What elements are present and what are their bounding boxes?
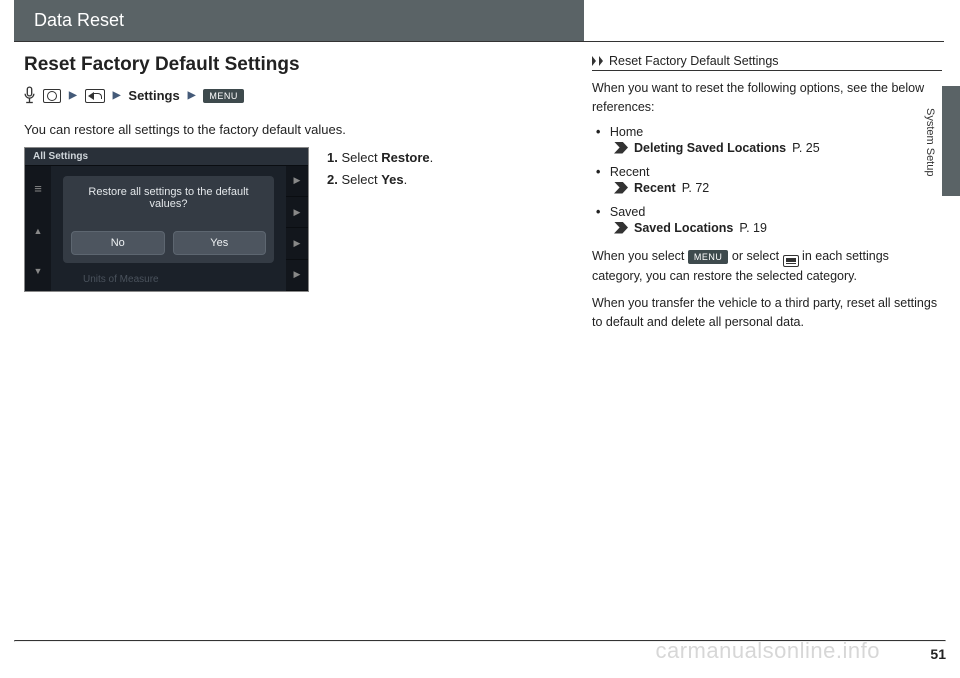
- mic-icon: [24, 86, 35, 106]
- link-text: Deleting Saved Locations: [634, 141, 786, 155]
- ss-header: All Settings: [25, 148, 308, 165]
- down-arrow-icon: ▼: [34, 266, 43, 276]
- right-arrow-icon: ▶: [286, 260, 308, 290]
- item-label: Saved: [610, 205, 645, 219]
- side-intro: When you want to reset the following opt…: [592, 79, 942, 117]
- section-title: Reset Factory Default Settings: [24, 54, 564, 76]
- content-area: Reset Factory Default Settings ▶ ▶ Setti…: [0, 42, 960, 339]
- p2-a: When you select: [592, 249, 688, 263]
- side-para-3: When you transfer the vehicle to a third…: [592, 294, 942, 332]
- side-header: Reset Factory Default Settings: [592, 54, 942, 71]
- link-chevron-icon: [614, 182, 628, 194]
- step-1: 1. Select Restore.: [327, 147, 433, 169]
- dialog-text: Restore all settings to the default valu…: [71, 186, 266, 210]
- step-text: .: [404, 172, 408, 187]
- ss-side-right: ▶ ▶ ▶ ▶: [286, 166, 308, 291]
- side-list: Home Deleting Saved Locations P. 25 Rece…: [596, 125, 942, 235]
- side-header-text: Reset Factory Default Settings: [609, 54, 779, 68]
- ss-side-left: ≡ ▲ ▼: [25, 166, 51, 291]
- link-text: Saved Locations: [634, 221, 733, 235]
- list-item: Home Deleting Saved Locations P. 25: [596, 125, 942, 155]
- screenshot-row: All Settings ≡ ▲ ▼ ▶ ▶ ▶ ▶ Restore all s…: [24, 147, 564, 292]
- link-text: Recent: [634, 181, 676, 195]
- step-bold: Yes: [381, 172, 403, 187]
- ss-main: Restore all settings to the default valu…: [51, 166, 286, 291]
- link-chevron-icon: [614, 222, 628, 234]
- step-text: Select: [341, 150, 381, 165]
- hamburger-icon: [783, 255, 799, 267]
- side-tab-bg: [942, 86, 960, 196]
- right-arrow-icon: ▶: [286, 197, 308, 227]
- menu-badge: MENU: [203, 89, 244, 103]
- side-tab: System Setup: [924, 108, 936, 176]
- up-arrow-icon: ▲: [34, 226, 43, 236]
- home-icon: [43, 89, 61, 103]
- link-chevron-icon: [614, 142, 628, 154]
- device-screenshot: All Settings ≡ ▲ ▼ ▶ ▶ ▶ ▶ Restore all s…: [24, 147, 309, 292]
- link-page: P. 72: [682, 181, 710, 195]
- hamburger-icon: ≡: [34, 181, 42, 196]
- dialog-buttons: No Yes: [71, 231, 266, 255]
- step-text: Select: [341, 172, 381, 187]
- item-link: Deleting Saved Locations P. 25: [614, 141, 942, 155]
- chevron-right-icon: ▶: [69, 90, 77, 101]
- right-arrow-icon: ▶: [286, 228, 308, 258]
- menu-badge: MENU: [688, 250, 729, 264]
- chevron-icon: [599, 56, 603, 66]
- p2-b: or select: [728, 249, 782, 263]
- yes-button[interactable]: Yes: [173, 231, 267, 255]
- step-text: .: [430, 150, 434, 165]
- back-icon: [85, 89, 105, 103]
- intro-text: You can restore all settings to the fact…: [24, 122, 564, 137]
- page-number: 51: [930, 646, 946, 662]
- left-column: Reset Factory Default Settings ▶ ▶ Setti…: [24, 54, 564, 339]
- chevron-icon: [592, 56, 596, 66]
- ss-dialog: Restore all settings to the default valu…: [63, 176, 274, 263]
- chevron-right-icon: ▶: [188, 90, 196, 101]
- footer-rule: [14, 640, 946, 642]
- item-link: Recent P. 72: [614, 181, 942, 195]
- item-link: Saved Locations P. 19: [614, 221, 942, 235]
- item-label: Home: [610, 125, 643, 139]
- step-num: 1.: [327, 150, 338, 165]
- nav-path: ▶ ▶ Settings ▶ MENU: [24, 86, 564, 106]
- step-num: 2.: [327, 172, 338, 187]
- nav-settings-label: Settings: [128, 88, 179, 103]
- list-item: Recent Recent P. 72: [596, 165, 942, 195]
- link-page: P. 25: [792, 141, 820, 155]
- steps: 1. Select Restore. 2. Select Yes.: [327, 147, 433, 292]
- list-item: Saved Saved Locations P. 19: [596, 205, 942, 235]
- side-para-2: When you select MENU or select in each s…: [592, 247, 942, 286]
- title-bar: Data Reset: [14, 0, 584, 41]
- link-page: P. 19: [739, 221, 767, 235]
- item-label: Recent: [610, 165, 650, 179]
- right-column: Reset Factory Default Settings When you …: [592, 54, 942, 339]
- step-bold: Restore: [381, 150, 429, 165]
- chevron-right-icon: ▶: [113, 90, 121, 101]
- step-2: 2. Select Yes.: [327, 169, 433, 191]
- ss-faded-row: Units of Measure: [83, 274, 260, 285]
- right-arrow-icon: ▶: [286, 166, 308, 196]
- no-button[interactable]: No: [71, 231, 165, 255]
